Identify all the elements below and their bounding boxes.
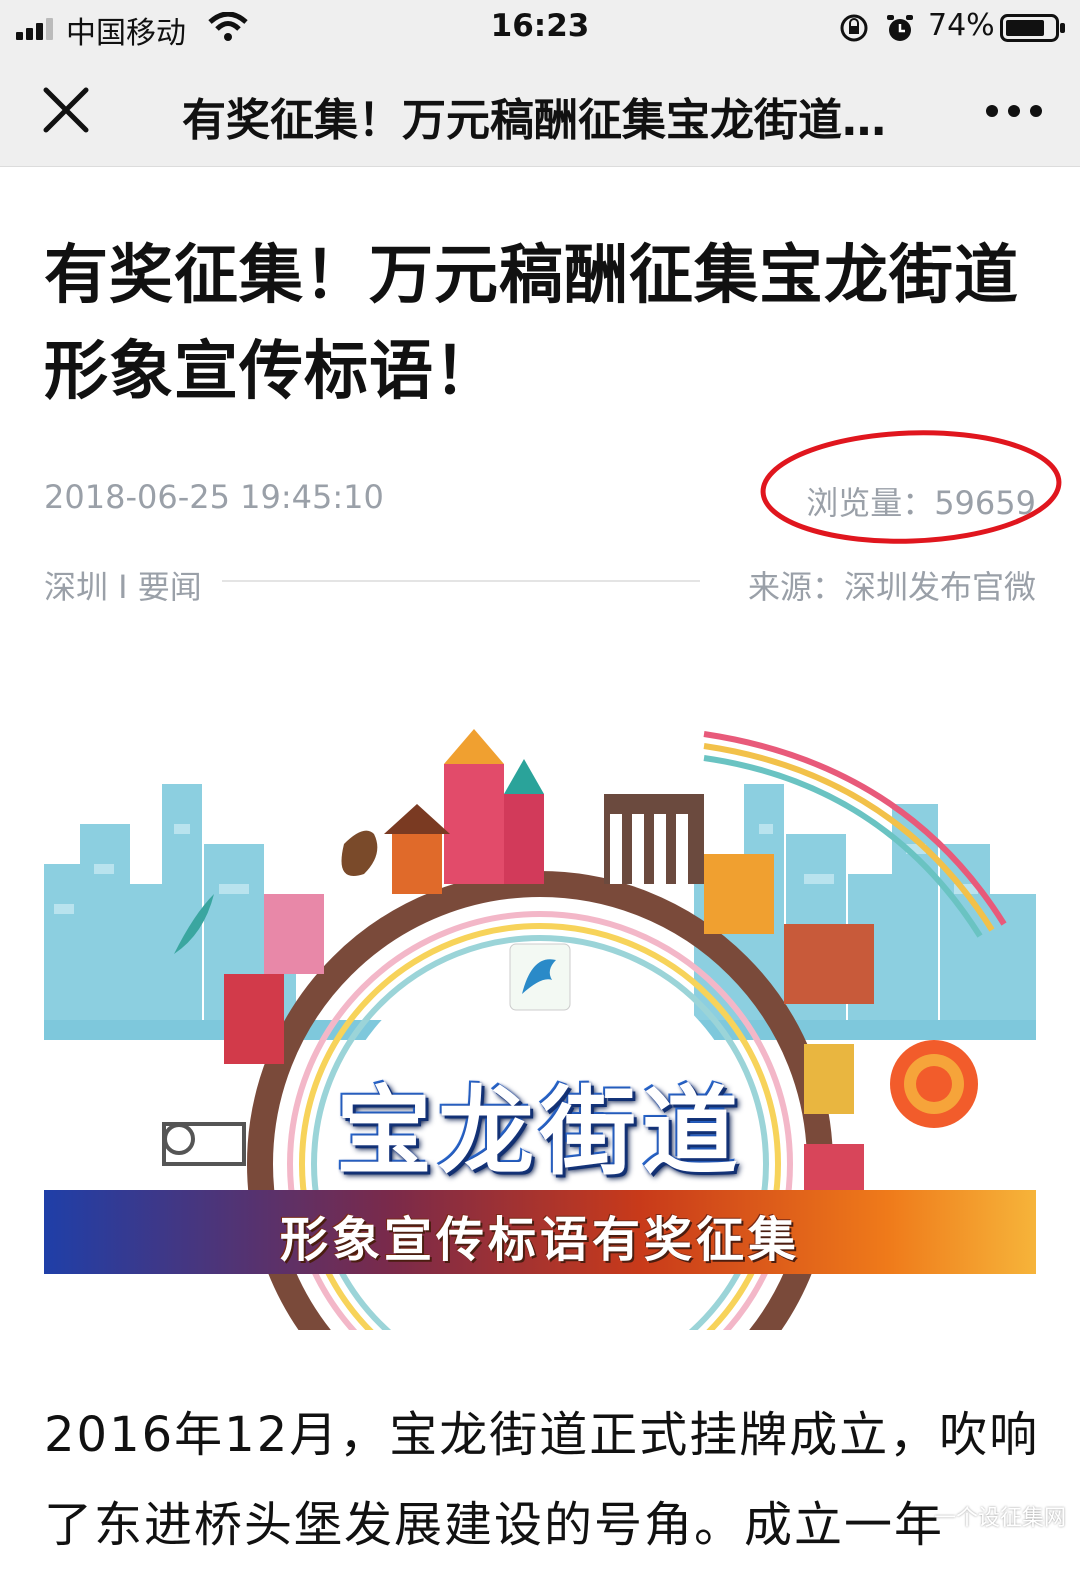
rotation-lock-icon [840,14,868,42]
clock: 16:23 [490,8,590,44]
more-icon[interactable] [984,86,1044,136]
article-body: 2016年12月，宝龙街道正式挂牌成立，吹响了东进桥头堡发展建设的号角。成立一年 [44,1407,1040,1553]
banner-subtitle: 形象宣传标语有奖征集 [279,1212,800,1268]
view-count: 浏览量：59659 [806,484,1036,522]
battery-percent: 74% [928,8,995,43]
publish-date: 2018-06-25 19:45:10 [44,478,384,516]
battery-icon [1000,14,1065,42]
article-category[interactable]: 深圳 I 要闻 [44,562,202,608]
meta-divider [222,580,700,582]
article-source: 来源：深圳发布官微 [747,568,1036,606]
nav-bar: 有奖征集！万元稿酬征集宝龙街道形象宣传标语！ [0,56,1080,167]
alarm-icon [887,15,913,41]
banner-image: 宝龙街道 形象宣传标语有奖征集 [44,724,1036,1330]
article-title: 有奖征集！万元稿酬征集宝龙街道形象宣传标语！ [44,239,1019,409]
banner-title: 宝龙街道 [336,1076,744,1188]
close-icon[interactable] [40,84,92,136]
status-bar: 中国移动 16:23 74% [0,0,1080,56]
watermark-text: 一个设征集网 [933,1506,1066,1531]
nav-title: 有奖征集！万元稿酬征集宝龙街道形象宣传标语！ [182,95,922,146]
